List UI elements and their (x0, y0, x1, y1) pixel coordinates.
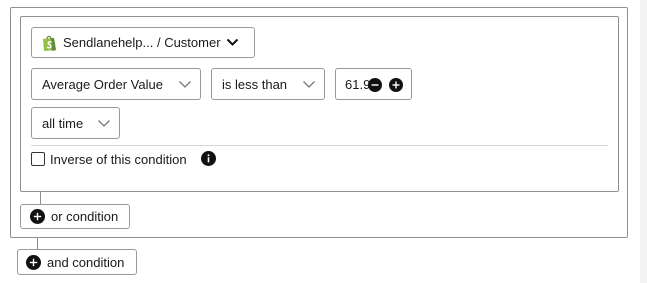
and-condition-button[interactable]: and condition (17, 249, 137, 275)
connector-line (37, 238, 38, 249)
or-condition-label: or condition (51, 209, 119, 224)
store-selector-button[interactable]: Sendlanehelp... / Customer (31, 27, 255, 58)
operator-select[interactable]: is less than (211, 68, 325, 100)
inverse-label: Inverse of this condition (50, 152, 187, 167)
shopify-icon (41, 34, 57, 52)
store-selector-label: Sendlanehelp... / Customer (63, 35, 221, 50)
time-range-select[interactable]: all time (31, 107, 120, 139)
plus-circle-icon (30, 209, 45, 224)
decrement-icon[interactable] (368, 78, 382, 92)
connector-line (40, 192, 41, 204)
info-icon[interactable] (201, 151, 216, 166)
increment-icon[interactable] (389, 78, 403, 92)
metric-select[interactable]: Average Order Value (31, 68, 201, 100)
chevron-down-icon (302, 80, 316, 89)
chevron-down-icon (226, 35, 239, 50)
time-range-select-value: all time (42, 115, 84, 131)
plus-circle-icon (26, 254, 41, 270)
chevron-down-icon (178, 80, 192, 89)
operator-select-value: is less than (222, 76, 288, 92)
or-condition-button[interactable]: or condition (20, 204, 130, 229)
metric-select-value: Average Order Value (42, 76, 163, 92)
inverse-checkbox[interactable] (31, 152, 45, 166)
divider (31, 145, 608, 146)
scrollbar[interactable] (640, 0, 647, 283)
and-condition-label: and condition (47, 254, 125, 270)
value-input[interactable]: 61.9 (335, 68, 412, 100)
chevron-down-icon (97, 119, 111, 128)
